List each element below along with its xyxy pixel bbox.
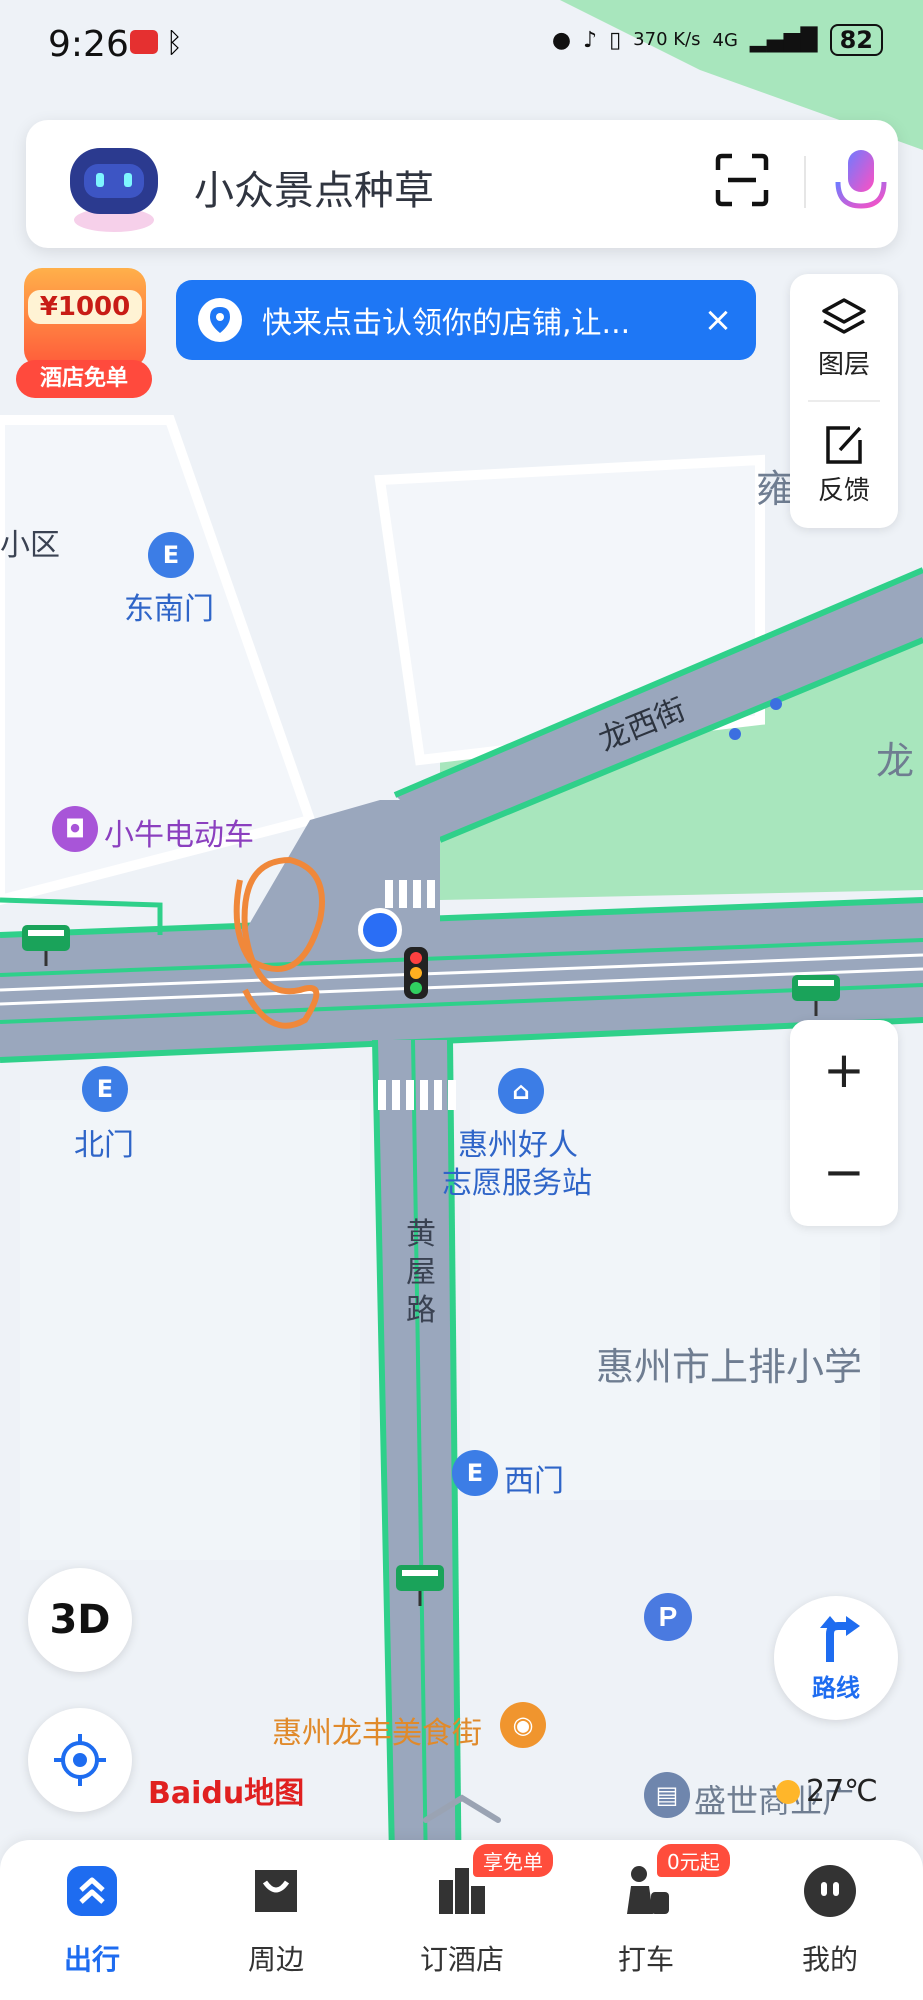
map-label-yong-partial: 雍 <box>756 467 795 511</box>
search-divider <box>804 156 806 208</box>
volunteer-icon[interactable]: ⌂ <box>498 1068 544 1114</box>
claim-store-notice[interactable]: 快来点击认领你的店铺,让... × <box>176 280 756 360</box>
hotel-promo-badge[interactable]: ¥1000 酒店免单 <box>16 268 152 398</box>
taxi-icon: 0元起 <box>617 1844 730 1920</box>
map-label-food-street[interactable]: 惠州龙丰美食街 <box>272 1708 482 1752</box>
nav-item-taxi[interactable]: 0元起 打车 <box>576 1844 730 1978</box>
tools-divider <box>808 400 880 402</box>
bottom-nav: 出行 周边 享免单 订酒店 0元起 打车 我的 <box>0 1840 923 2000</box>
notice-message: 快来点击认领你的店铺,让... <box>262 306 631 341</box>
3d-toggle-button[interactable]: 3D <box>28 1568 132 1672</box>
weather-widget[interactable]: 27℃ <box>776 1774 878 1809</box>
battery-indicator: 82 <box>829 24 883 56</box>
map-label-huangwu-road: 黄屋路 <box>406 1217 436 1328</box>
route-button[interactable]: 路线 <box>774 1596 898 1720</box>
status-time: 9:26 <box>48 24 129 65</box>
promo-tag: 酒店免单 <box>16 360 152 398</box>
nav-item-travel[interactable]: 出行 <box>22 1862 162 1978</box>
bag-icon <box>247 1862 305 1920</box>
nav-badge: 享免单 <box>473 1844 553 1877</box>
nav-item-hotel[interactable]: 享免单 订酒店 <box>392 1844 553 1978</box>
shop-icon[interactable]: ◘ <box>52 806 98 852</box>
map-label-volunteer-2[interactable]: 志愿服务站 <box>442 1158 592 1202</box>
route-arrow-icon <box>820 1615 860 1662</box>
nav-label: 订酒店 <box>419 1943 504 1976</box>
location-icon: ● <box>551 27 572 53</box>
nav-item-nearby[interactable]: 周边 <box>206 1862 346 1978</box>
gate-icon[interactable]: E <box>82 1066 128 1112</box>
weather-temp: 27℃ <box>806 1774 878 1809</box>
baidu-map-logo: Baidu地图 <box>148 1768 304 1812</box>
locate-me-button[interactable] <box>28 1708 132 1812</box>
zoom-in-button[interactable]: + <box>790 1020 898 1120</box>
food-icon[interactable]: ◉ <box>500 1702 546 1748</box>
route-label: 路线 <box>812 1673 860 1702</box>
robot-assistant-icon[interactable] <box>62 140 166 236</box>
map-label-xiaoqu: 小区 <box>0 528 60 563</box>
search-bar[interactable]: 小众景点种草 <box>26 120 898 248</box>
nav-label: 出行 <box>63 1943 120 1976</box>
close-icon[interactable]: × <box>694 300 742 340</box>
app-notification-icon <box>130 30 158 54</box>
map-label-west-gate[interactable]: 西门 <box>504 1456 564 1500</box>
nav-label: 打车 <box>617 1943 674 1976</box>
layers-icon <box>822 298 866 334</box>
map-label-school[interactable]: 惠州市上排小学 <box>596 1336 862 1391</box>
hotel-icon: 享免单 <box>433 1844 553 1920</box>
map-label-southeast-gate[interactable]: 东南门 <box>124 584 214 628</box>
gate-icon[interactable]: E <box>148 532 194 578</box>
crosshair-icon <box>54 1734 106 1786</box>
nav-label: 周边 <box>247 1943 304 1976</box>
profile-icon <box>801 1862 859 1920</box>
map-label-xiaoniu[interactable]: 小牛电动车 <box>104 810 254 854</box>
logo-text: Baidu地图 <box>148 1776 305 1811</box>
sun-icon <box>776 1779 800 1804</box>
zoom-out-button[interactable]: − <box>790 1122 898 1222</box>
nav-item-mine[interactable]: 我的 <box>760 1862 900 1978</box>
mic-status-icon: ♪ <box>583 27 598 53</box>
travel-icon <box>63 1862 121 1920</box>
location-pin-icon <box>198 298 242 342</box>
bluetooth-icon: ᛒ <box>166 26 183 59</box>
map-label-long-partial: 龙 <box>876 739 915 783</box>
signal-icon: ▂▄▆█ <box>749 27 818 53</box>
zoom-controls: + − <box>790 1020 898 1226</box>
network-speed: 370 K/s <box>633 29 701 50</box>
promo-amount: ¥1000 <box>28 290 142 324</box>
network-type: 4G <box>712 29 738 51</box>
layers-label: 图层 <box>817 350 870 380</box>
gate-icon[interactable]: E <box>452 1450 498 1496</box>
feedback-label: 反馈 <box>817 476 870 506</box>
vibrate-icon: ▯ <box>609 27 622 53</box>
feedback-button[interactable]: 反馈 <box>790 422 898 507</box>
voice-search-icon[interactable] <box>826 144 896 224</box>
scan-icon[interactable] <box>714 152 770 208</box>
search-input[interactable]: 小众景点种草 <box>194 158 434 216</box>
svg-text:P: P <box>659 1601 678 1632</box>
chevron-up-icon[interactable] <box>420 1790 504 1824</box>
layers-button[interactable]: 图层 <box>790 296 898 381</box>
status-bar: 9:26 ᛒ ● ♪ ▯ 370 K/s 4G ▂▄▆█ 82 <box>0 0 923 90</box>
map-label-north-gate[interactable]: 北门 <box>74 1120 134 1164</box>
building-icon[interactable]: ▤ <box>644 1772 690 1818</box>
edit-feedback-icon <box>826 426 862 464</box>
map-tools-panel: 图层 反馈 <box>790 274 898 528</box>
nav-badge: 0元起 <box>657 1844 730 1877</box>
nav-label: 我的 <box>801 1943 858 1976</box>
